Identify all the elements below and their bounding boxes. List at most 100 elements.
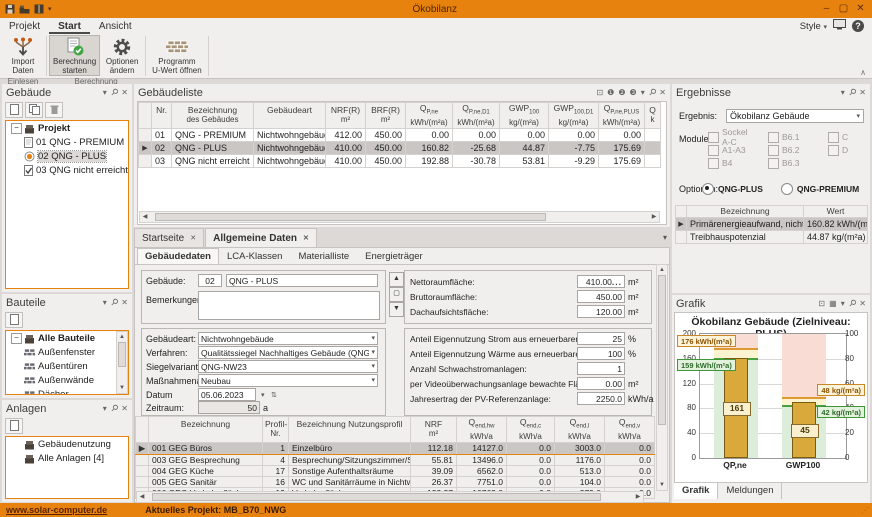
scroll-arrow[interactable]: ◀ [137,492,147,502]
subtab-materialliste[interactable]: Materialliste [290,248,357,264]
datum-spinner[interactable]: ⇅ [271,391,277,399]
column-header[interactable]: Bezeichnung Nutzungsprofil [289,417,411,443]
zeitraum-field[interactable]: 50 [198,401,260,414]
column-header[interactable]: Bezeichnungdes Gebäudes [172,103,254,129]
scroll-arrow[interactable]: ▲ [657,265,667,275]
table-row[interactable]: 003 GEG Besprechung4Besprechung/Sitzungs… [136,454,655,465]
scroll-arrow[interactable]: ▲ [117,332,127,342]
row-selector[interactable] [136,465,149,476]
optionen-aendern-button[interactable]: Optionenändern [101,35,143,76]
tab-meldungen[interactable]: Meldungen [718,483,782,499]
checkbox-icon[interactable] [708,158,719,169]
panel-pin-icon[interactable]: ⚲ [108,86,120,98]
close-button[interactable]: ✕ [852,0,869,18]
form-vscrollbar[interactable]: ▲▼ [656,264,668,491]
panel-menu-icon[interactable]: ▾ [103,404,107,413]
checkbox-icon[interactable] [768,158,779,169]
scroll-arrow[interactable]: ▼ [117,383,127,393]
option-qng-premium[interactable]: QNG-PREMIUM [781,183,859,195]
style-dropdown[interactable]: Style ▾ [800,21,827,32]
panel-close-icon[interactable]: ✕ [121,404,128,413]
help-button[interactable]: ? [852,20,864,32]
column-header[interactable]: Qk [645,103,661,129]
layout-3-icon[interactable]: ❸ [630,88,637,97]
siegelvariante-select[interactable]: QNG-NW23▾ [198,360,378,373]
row-selector[interactable] [136,476,149,487]
row-selector[interactable] [136,454,149,465]
record-window-button[interactable]: ▢ [389,287,404,302]
subtab-energieträger[interactable]: Energieträger [357,248,431,264]
column-header[interactable]: Gebäudeart [254,103,326,129]
pv-field[interactable]: 2250.0 [577,392,625,405]
layout-1-icon[interactable]: ❶ [607,88,614,97]
copy-building-button[interactable] [25,102,43,118]
panel-pin-icon[interactable]: ⚲ [108,296,120,308]
column-header[interactable]: Qend,hwkWh/a [457,417,507,443]
tab-allgemeine-daten[interactable]: Allgemeine Daten✕ [205,228,317,247]
panel-menu-icon[interactable]: ▾ [841,299,845,308]
tab-close-icon[interactable]: ✕ [190,234,196,242]
resize-grip[interactable]: ⋰ [861,506,869,515]
scroll-arrow[interactable]: ◀ [140,212,150,222]
massnahmenart-select[interactable]: Neubau▾ [198,374,378,387]
netto-field[interactable]: ...410.00 [577,275,625,288]
tree-item[interactable]: −Projekt [6,121,128,135]
checkbox-icon[interactable] [768,145,779,156]
verfahren-select[interactable]: Qualitätssiegel Nachhaltiges Gebäude (QN… [198,346,378,359]
tab-list-icon[interactable]: ▾ [663,233,667,242]
tab-startseite[interactable]: Startseite✕ [134,228,204,247]
schwachstrom-field[interactable]: 1 [577,362,625,375]
panel-pin-icon[interactable]: ⚲ [846,297,858,309]
tree-item[interactable]: Alle Anlagen [4] [6,451,128,465]
waerme-field[interactable]: 100 [577,347,625,360]
datum-dropdown-icon[interactable]: ▾ [261,391,265,399]
column-header[interactable]: Wert [804,206,868,218]
row-selector[interactable] [139,154,152,167]
tree-item[interactable]: 03 QNG nicht erreicht [6,163,128,177]
table-row[interactable]: ▶02QNG - PLUSNichtwohngebäude410.00450.0… [139,141,661,154]
row-selector[interactable]: ▶ [676,218,687,231]
panel-pin-icon[interactable]: ⚲ [108,402,120,414]
tree-item[interactable]: −Alle Bauteile [6,331,128,345]
strom-field[interactable]: 25 [577,332,625,345]
table-row[interactable]: 01QNG - PREMIUMNichtwohngebäude412.00450… [139,128,661,141]
column-header[interactable]: Qend,ckWh/a [507,417,555,443]
column-header[interactable]: QP,ne,D1kWh/(m²a) [453,103,500,129]
row-selector[interactable] [676,231,687,244]
subtab-gebäudedaten[interactable]: Gebäudedaten [137,248,219,264]
checkbox-icon[interactable] [708,145,719,156]
panel-dock-icon[interactable]: ⊡ [596,88,603,97]
column-header[interactable]: Qend,lkWh/a [555,417,605,443]
column-header[interactable]: Bezeichnung [687,206,804,218]
tree-item[interactable]: Außenfenster [6,345,128,359]
bauteile-scrollbar[interactable]: ▲▼ [116,331,128,394]
table-row[interactable]: 004 GEG Küche17Sonstige Aufenthaltsräume… [136,465,655,476]
dach-field[interactable]: 120.00 [577,305,625,318]
brutto-field[interactable]: 450.00 [577,290,625,303]
open-project-icon[interactable] [19,5,30,14]
table-row[interactable]: ▶Primärenergieaufwand, nicht erneuerbar1… [676,218,868,231]
import-daten-button[interactable]: ImportDaten [2,35,44,76]
new-building-button[interactable] [5,102,23,118]
expander-icon[interactable]: − [11,333,22,344]
gebaeude-name-field[interactable]: QNG - PLUS [226,274,378,287]
datum-field[interactable]: 05.06.2023 [198,388,256,401]
minimize-button[interactable]: – [818,0,835,18]
solar-computer-link[interactable]: www.solar-computer.de [6,505,107,515]
column-header[interactable]: Bezeichnung [149,417,263,443]
column-header[interactable]: NRF(R)m² [326,103,366,129]
panel-close-icon[interactable]: ✕ [121,88,128,97]
expander-icon[interactable]: − [11,123,22,134]
panel-pin-icon[interactable]: ⚲ [646,86,658,98]
panel-menu-icon[interactable]: ▾ [641,88,645,97]
tree-item[interactable]: Gebäudenutzung [6,437,128,451]
bemerkungen-field[interactable] [198,291,380,320]
panel-close-icon[interactable]: ✕ [659,88,666,97]
library-icon[interactable] [34,4,44,14]
checkbox-icon[interactable] [828,132,839,143]
panel-pin-icon[interactable]: ⚲ [846,86,858,98]
option-qng-plus[interactable]: QNG-PLUS [702,183,763,195]
tree-item[interactable]: Dächer [6,387,128,395]
radio-icon[interactable] [702,183,714,195]
row-selector[interactable]: ▶ [136,442,149,454]
